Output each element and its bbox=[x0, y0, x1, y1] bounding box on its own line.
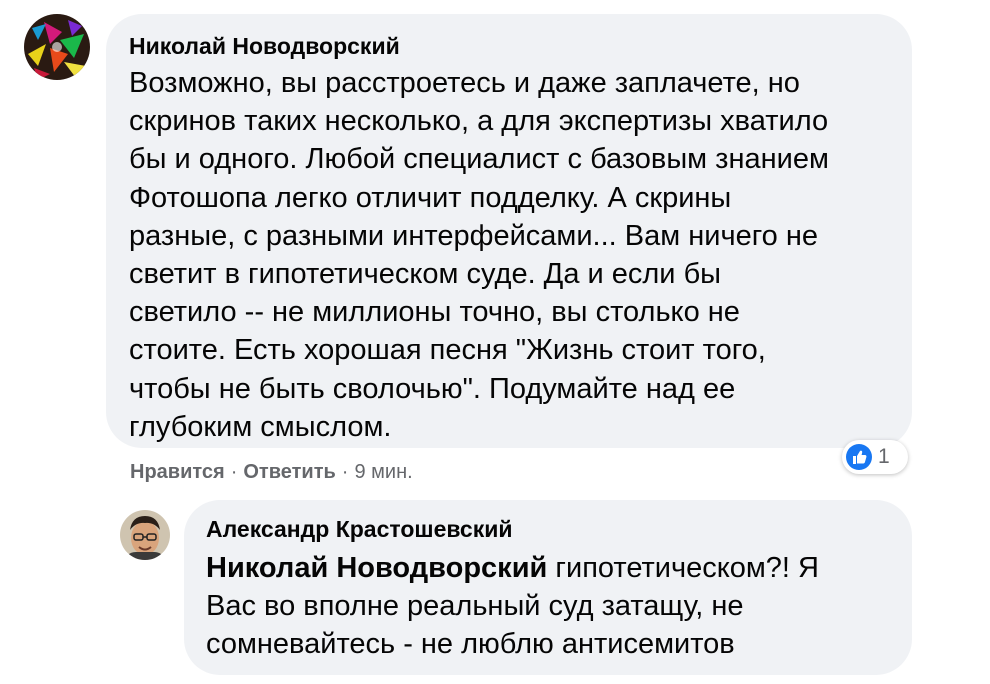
comment-line: скринов таких несколько, а для экспертиз… bbox=[129, 105, 829, 138]
comment-text: Возможно, вы расстроетесь и даже заплаче… bbox=[129, 64, 890, 446]
mention-link[interactable]: Николай Новодворский bbox=[206, 552, 547, 584]
separator-dot: · bbox=[230, 461, 238, 483]
comment-line: бы и одного. Любой специалист с базовым … bbox=[129, 143, 829, 176]
reaction-badge[interactable]: 1 bbox=[842, 440, 908, 474]
comment-line: стоите. Есть хорошая песня "Жизнь стоит … bbox=[129, 334, 766, 367]
comment-timestamp[interactable]: 9 мин. bbox=[354, 461, 412, 483]
like-icon bbox=[846, 444, 872, 470]
separator-dot: · bbox=[341, 461, 349, 483]
reply-text: Николай Новодворский гипотетическом?! Я … bbox=[206, 549, 890, 664]
comment-line: Фотошопа легко отличит подделку. А скрин… bbox=[129, 181, 732, 214]
reply-line: сомневайтесь - не люблю антисемитов bbox=[206, 628, 735, 661]
reply-button[interactable]: Ответить bbox=[243, 461, 335, 483]
comment-author[interactable]: Николай Новодворский bbox=[129, 31, 890, 61]
reply-line-text: гипотетическом?! Я bbox=[547, 552, 819, 584]
comment-line: чтобы не быть сволочью". Подумайте над е… bbox=[129, 372, 736, 405]
comment-line: Возможно, вы расстроетесь и даже заплаче… bbox=[129, 67, 800, 99]
comment-line: глубоким смыслом. bbox=[129, 410, 392, 443]
like-button[interactable]: Нравится bbox=[130, 461, 225, 483]
comment-line: светит в гипотетическом суде. Да и если … bbox=[129, 258, 722, 291]
reaction-count: 1 bbox=[878, 445, 890, 468]
avatar[interactable] bbox=[24, 14, 90, 80]
person-avatar-image bbox=[120, 510, 170, 560]
colorful-avatar-image bbox=[24, 14, 90, 80]
reply-line: Николай Новодворский гипотетическом?! Я bbox=[206, 549, 890, 587]
reply-bubble: Александр Крастошевский Николай Новодвор… bbox=[184, 500, 912, 675]
comment-line: светило -- не миллионы точно, вы столько… bbox=[129, 296, 740, 329]
reply-avatar[interactable] bbox=[120, 510, 170, 560]
reply-author[interactable]: Александр Крастошевский bbox=[206, 514, 890, 544]
comment-bubble: Николай Новодворский Возможно, вы расстр… bbox=[106, 14, 912, 448]
comment-actions: Нравится · Ответить · 9 мин. bbox=[130, 460, 413, 484]
reply-line: Вас во вполне реальный суд затащу, не bbox=[206, 590, 744, 623]
comment-line: разные, с разными интерфейсами... Вам ни… bbox=[129, 219, 818, 252]
